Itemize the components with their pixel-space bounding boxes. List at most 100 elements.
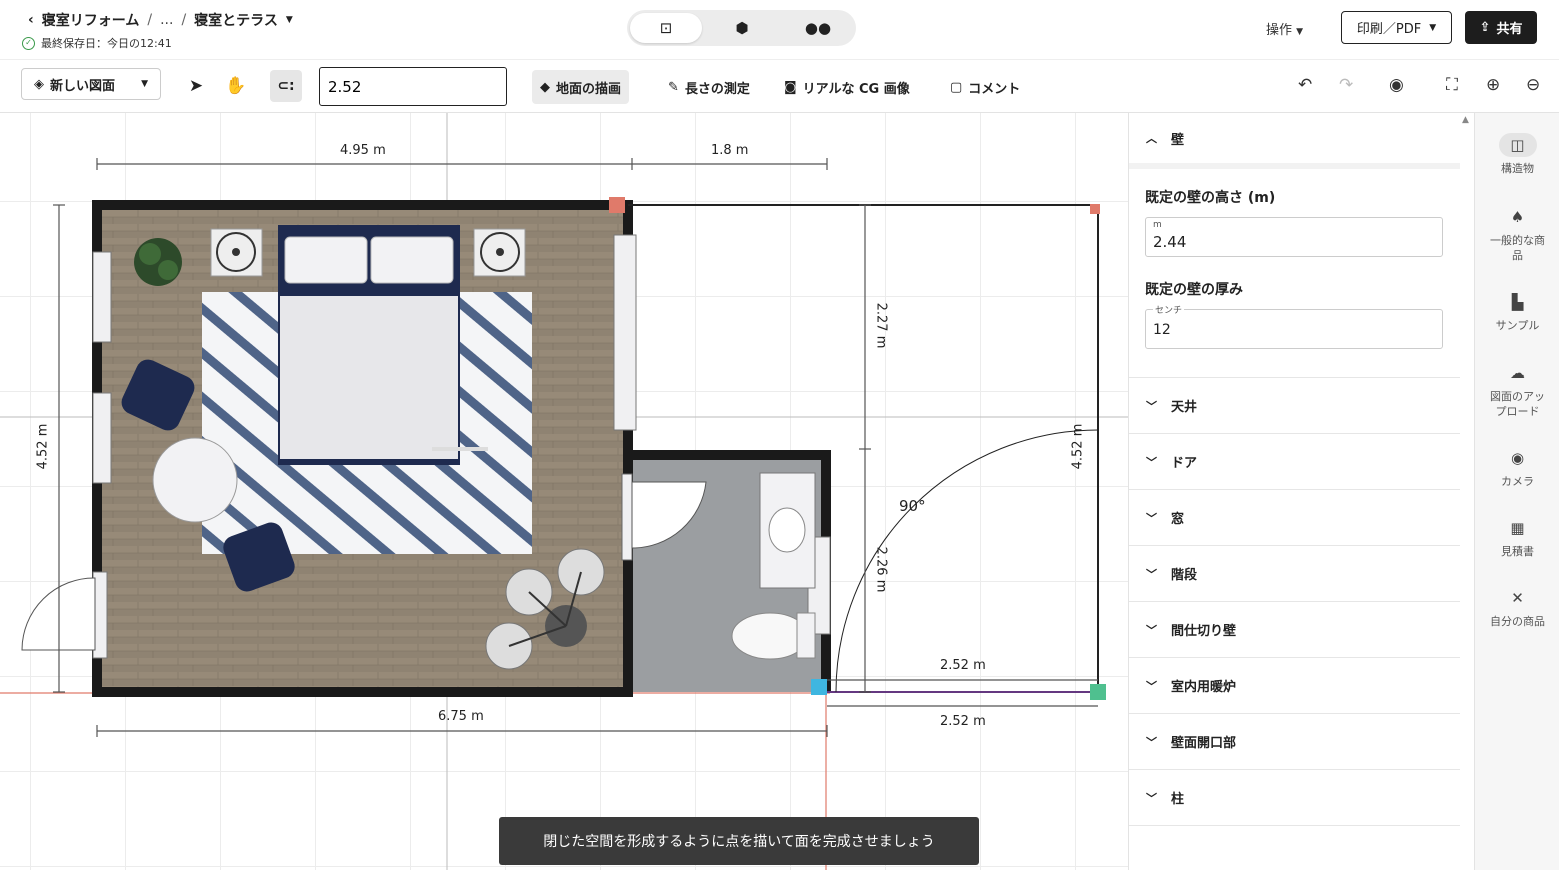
dimension-label: 2.26 m — [873, 546, 889, 593]
rail-label: 構造物 — [1501, 162, 1534, 175]
chevron-down-icon[interactable]: ▼ — [286, 15, 293, 25]
section-label: ドア — [1171, 456, 1198, 471]
save-status-text: 最終保存日：今日の12:41 — [41, 37, 172, 50]
chevron-up-icon: ︿ — [1146, 132, 1157, 145]
measure-button[interactable]: ✎ 長さの測定 — [660, 70, 758, 104]
wall-thickness-unit: センチ — [1153, 303, 1185, 316]
rail-estimate[interactable]: ▦ 見積書 — [1475, 516, 1559, 559]
dimension-label: 2.52 m — [940, 658, 986, 673]
section-column[interactable]: ﹀ 柱 — [1129, 770, 1460, 826]
dimension-label: 4.95 m — [340, 143, 386, 158]
breadcrumb: ‹ 寝室リフォーム / ... / 寝室とテラス ▼ — [28, 10, 293, 30]
panel-scrollbar[interactable]: ▲ — [1460, 113, 1472, 870]
section-stairs[interactable]: ﹀ 階段 — [1129, 546, 1460, 602]
draw-floor-label: 地面の描画 — [556, 81, 622, 97]
wall-thickness-title: 既定の壁の厚み — [1145, 282, 1243, 298]
comment-icon: ▢ — [950, 79, 963, 95]
zoom-out-icon[interactable]: ⊖ — [1526, 75, 1540, 95]
camera-icon: ◙ — [784, 79, 797, 95]
ruler-icon: ✎ — [668, 79, 679, 95]
share-label: 共有 — [1496, 22, 1523, 37]
top-bar: ‹ 寝室リフォーム / ... / 寝室とテラス ▼ ✓ 最終保存日：今日の12… — [0, 0, 1559, 58]
section-wall-opening[interactable]: ﹀ 壁面開口部 — [1129, 714, 1460, 770]
rail-upload[interactable]: ☁ 図面のアップロード — [1475, 361, 1559, 419]
redo-icon[interactable]: ↷ — [1339, 75, 1353, 95]
select-tool-button[interactable]: ➤ — [184, 70, 208, 102]
chevron-down-icon: ﹀ — [1146, 735, 1157, 749]
floor-plan-canvas[interactable]: 4.95 m 1.8 m 4.52 m 6.75 m 2.27 m 2.26 m… — [0, 113, 1128, 870]
render-button[interactable]: ◙ リアルな CG 画像 — [776, 70, 918, 104]
dimension-label: 4.52 m — [35, 423, 51, 470]
fit-view-icon[interactable]: ⛶ — [1446, 75, 1458, 95]
rail-furniture[interactable]: ♠ 一般的な商品 — [1475, 205, 1559, 263]
undo-icon[interactable]: ↶ — [1298, 75, 1312, 95]
toolbar: ◈ 新しい図面 ▼ ➤ ✋ ⊂: ◆ 地面の描画 ✎ 長さの測定 ◙ リアルな … — [0, 59, 1559, 113]
rail-label: 見積書 — [1501, 545, 1534, 558]
section-label: 天井 — [1171, 400, 1198, 415]
rail-label: 自分の商品 — [1490, 615, 1545, 628]
dimension-label: 2.27 m — [873, 302, 889, 349]
draw-floor-button[interactable]: ◆ 地面の描画 — [532, 70, 630, 104]
scroll-up-icon[interactable]: ▲ — [1462, 115, 1469, 125]
floor-plan-svg — [0, 113, 1128, 870]
rail-my-products[interactable]: ✕ 自分の商品 — [1475, 586, 1559, 629]
view-walk-button[interactable]: ●● — [782, 13, 854, 43]
upload-icon: ☁ — [1510, 364, 1525, 382]
share-button[interactable]: ⇪ 共有 — [1465, 11, 1537, 44]
wall-height-title: 既定の壁の高さ (m) — [1145, 190, 1276, 206]
section-partition[interactable]: ﹀ 間仕切り壁 — [1129, 602, 1460, 658]
zoom-in-icon[interactable]: ⊕ — [1486, 75, 1500, 95]
view-3d-button[interactable]: ⬢ — [706, 13, 778, 43]
view-2d-button[interactable]: ⊡ — [630, 13, 702, 43]
rail-camera[interactable]: ◉ カメラ — [1475, 446, 1559, 489]
section-door[interactable]: ﹀ ドア — [1129, 434, 1460, 490]
chevron-down-icon: ▼ — [1296, 27, 1304, 37]
share-icon: ⇪ — [1479, 20, 1491, 35]
2d-plan-icon: ⊡ — [659, 19, 673, 37]
comment-label: コメント — [968, 81, 1021, 97]
breadcrumb-ellipsis[interactable]: ... — [160, 12, 173, 28]
breadcrumb-current[interactable]: 寝室とテラス — [194, 10, 278, 30]
view-mode-switch: ⊡ ⬢ ●● — [627, 10, 856, 46]
layers-icon: ◈ — [34, 76, 44, 92]
section-label: 窓 — [1171, 512, 1185, 527]
chevron-down-icon: ﹀ — [1146, 455, 1157, 469]
structure-icon: ◫ — [1498, 133, 1537, 157]
new-plan-dropdown[interactable]: ◈ 新しい図面 ▼ — [21, 68, 161, 100]
dimension-label: 1.8 m — [711, 143, 749, 158]
render-label: リアルな CG 画像 — [802, 81, 910, 97]
breadcrumb-separator: / — [181, 12, 187, 28]
length-input[interactable] — [319, 67, 507, 106]
rail-sample[interactable]: ▙ サンプル — [1475, 290, 1559, 333]
section-label: 柱 — [1171, 792, 1185, 807]
snap-toggle-button[interactable]: ⊂: — [270, 70, 302, 102]
back-chevron-icon[interactable]: ‹ — [28, 12, 34, 28]
pan-tool-button[interactable]: ✋ — [224, 70, 248, 102]
print-pdf-button[interactable]: 印刷／PDF ▼ — [1341, 11, 1452, 44]
new-plan-label: 新しい図面 — [50, 78, 116, 94]
breadcrumb-project[interactable]: 寝室リフォーム — [42, 10, 140, 30]
magnet-icon: ⊂: — [277, 78, 295, 94]
estimate-icon: ▦ — [1510, 519, 1525, 537]
section-fireplace[interactable]: ﹀ 室内用暖炉 — [1129, 658, 1460, 714]
camera-icon: ◉ — [1510, 449, 1525, 467]
chevron-down-icon: ﹀ — [1146, 791, 1157, 805]
wall-thickness-field[interactable]: センチ 12 — [1145, 303, 1443, 349]
rail-label: サンプル — [1495, 319, 1540, 332]
section-wall-header[interactable]: ︿ 壁 — [1129, 113, 1460, 163]
hint-toast: 閉じた空間を形成するように点を描いて面を完成させましょう — [499, 817, 979, 865]
wall-height-field[interactable]: m 2.44 — [1145, 217, 1443, 257]
wall-height-unit: m — [1153, 220, 1162, 230]
operations-label: 操作 — [1266, 23, 1293, 38]
save-status: ✓ 最終保存日：今日の12:41 — [22, 35, 172, 51]
chevron-down-icon: ﹀ — [1146, 399, 1157, 413]
comment-button[interactable]: ▢ コメント — [942, 70, 1028, 104]
eye-icon[interactable]: ◉ — [1389, 75, 1404, 95]
hand-icon: ✋ — [225, 76, 247, 96]
section-window[interactable]: ﹀ 窓 — [1129, 490, 1460, 546]
breadcrumb-separator: / — [147, 12, 153, 28]
operations-menu[interactable]: 操作 ▼ — [1266, 19, 1303, 38]
section-label: 壁面開口部 — [1171, 736, 1237, 751]
section-ceiling[interactable]: ﹀ 天井 — [1129, 378, 1460, 434]
rail-structure[interactable]: ◫ 構造物 — [1475, 133, 1559, 176]
